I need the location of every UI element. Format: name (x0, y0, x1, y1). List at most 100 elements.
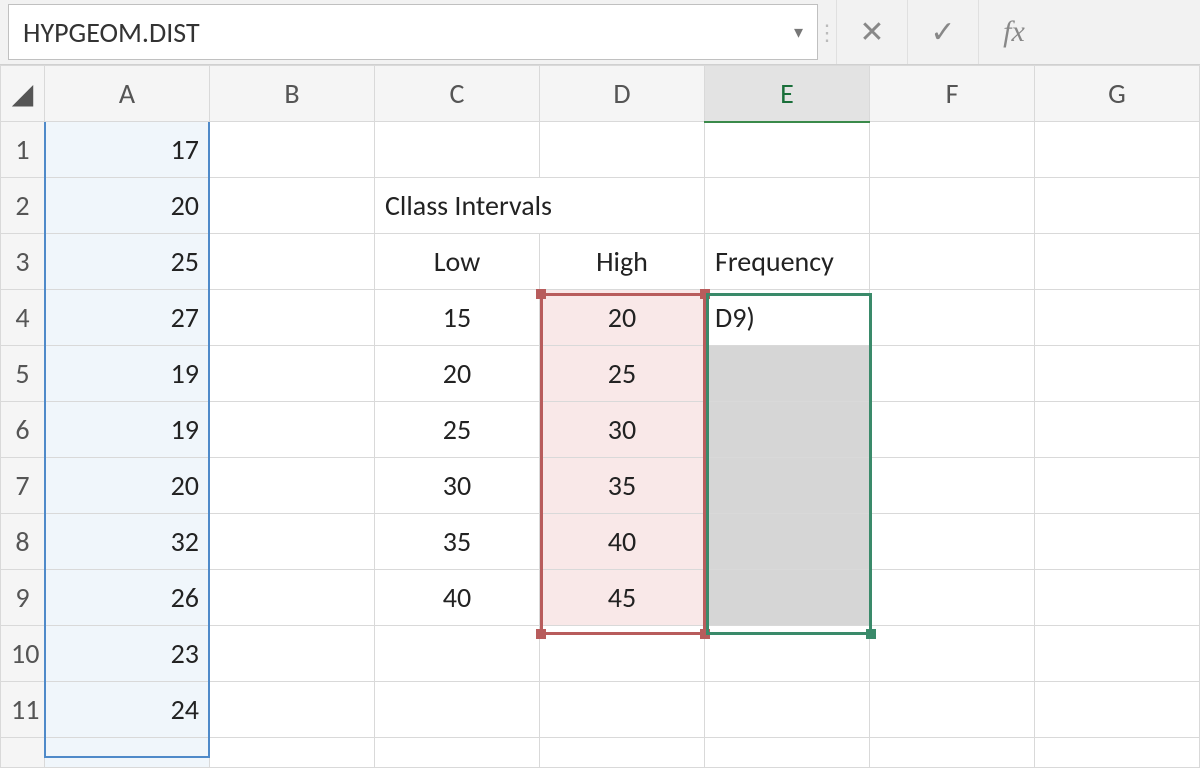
cell-C3[interactable]: Low (375, 234, 540, 290)
cell-F5[interactable] (870, 346, 1035, 402)
row-header-9[interactable]: 9 (1, 570, 45, 626)
cell-A5[interactable]: 19 (45, 346, 210, 402)
cell-D9[interactable]: 45 (540, 570, 705, 626)
cell-B4[interactable] (210, 290, 375, 346)
cell-F2[interactable] (870, 178, 1035, 234)
col-header-A[interactable]: A (45, 66, 210, 122)
cell-B1[interactable] (210, 122, 375, 178)
cell-D10[interactable] (540, 626, 705, 682)
cell-B5[interactable] (210, 346, 375, 402)
cell-C5[interactable]: 20 (375, 346, 540, 402)
cell-A2[interactable]: 20 (45, 178, 210, 234)
col-header-F[interactable]: F (870, 66, 1035, 122)
cell-D11[interactable] (540, 682, 705, 738)
cell-B3[interactable] (210, 234, 375, 290)
cell-E8[interactable] (705, 514, 870, 570)
name-box[interactable]: HYPGEOM.DIST ▾ (8, 4, 818, 60)
cell-C7[interactable]: 30 (375, 458, 540, 514)
cell-F4[interactable] (870, 290, 1035, 346)
cell-E3[interactable]: Frequency (705, 234, 870, 290)
cell-E5[interactable] (705, 346, 870, 402)
cell-F8[interactable] (870, 514, 1035, 570)
row-header-6[interactable]: 6 (1, 402, 45, 458)
col-header-C[interactable]: C (375, 66, 540, 122)
cell-B8[interactable] (210, 514, 375, 570)
cell-G10[interactable] (1035, 626, 1200, 682)
cell-C11[interactable] (375, 682, 540, 738)
cell-A7[interactable]: 20 (45, 458, 210, 514)
cell-G3[interactable] (1035, 234, 1200, 290)
cell-A9[interactable]: 26 (45, 570, 210, 626)
cell-D5[interactable]: 25 (540, 346, 705, 402)
row-header-8[interactable]: 8 (1, 514, 45, 570)
cell-B2[interactable] (210, 178, 375, 234)
cell-F12[interactable] (870, 738, 1035, 768)
row-header-11[interactable]: 11 (1, 682, 45, 738)
cell-C4[interactable]: 15 (375, 290, 540, 346)
cell-B11[interactable] (210, 682, 375, 738)
enter-button[interactable]: ✓ (907, 0, 978, 64)
cell-G5[interactable] (1035, 346, 1200, 402)
cell-G4[interactable] (1035, 290, 1200, 346)
cell-F11[interactable] (870, 682, 1035, 738)
select-all-corner[interactable]: ◢ (1, 66, 45, 122)
cell-B12[interactable] (210, 738, 375, 768)
cell-E7[interactable] (705, 458, 870, 514)
row-header-12[interactable] (1, 738, 45, 768)
row-header-5[interactable]: 5 (1, 346, 45, 402)
cell-F7[interactable] (870, 458, 1035, 514)
cell-B7[interactable] (210, 458, 375, 514)
cell-E4[interactable]: D9) (705, 290, 870, 346)
cell-B9[interactable] (210, 570, 375, 626)
name-box-dropdown-icon[interactable]: ▾ (794, 21, 803, 43)
cell-E6[interactable] (705, 402, 870, 458)
cell-A8[interactable]: 32 (45, 514, 210, 570)
row-header-3[interactable]: 3 (1, 234, 45, 290)
cell-C1[interactable] (375, 122, 540, 178)
row-header-7[interactable]: 7 (1, 458, 45, 514)
cell-D4[interactable]: 20 (540, 290, 705, 346)
cell-C9[interactable]: 40 (375, 570, 540, 626)
cell-E2[interactable] (705, 178, 870, 234)
cell-B10[interactable] (210, 626, 375, 682)
col-header-D[interactable]: D (540, 66, 705, 122)
cell-A10[interactable]: 23 (45, 626, 210, 682)
cell-E11[interactable] (705, 682, 870, 738)
cell-C6[interactable]: 25 (375, 402, 540, 458)
insert-function-button[interactable]: fx (978, 0, 1049, 64)
cell-E1[interactable] (705, 122, 870, 178)
cell-A1[interactable]: 17 (45, 122, 210, 178)
col-header-E[interactable]: E (705, 66, 870, 122)
cell-G1[interactable] (1035, 122, 1200, 178)
cell-G9[interactable] (1035, 570, 1200, 626)
cell-G2[interactable] (1035, 178, 1200, 234)
cell-D8[interactable]: 40 (540, 514, 705, 570)
cell-F9[interactable] (870, 570, 1035, 626)
cell-G7[interactable] (1035, 458, 1200, 514)
cell-F1[interactable] (870, 122, 1035, 178)
row-header-1[interactable]: 1 (1, 122, 45, 178)
cell-B6[interactable] (210, 402, 375, 458)
cell-F6[interactable] (870, 402, 1035, 458)
cell-E9[interactable] (705, 570, 870, 626)
col-header-B[interactable]: B (210, 66, 375, 122)
row-header-2[interactable]: 2 (1, 178, 45, 234)
row-header-10[interactable]: 10 (1, 626, 45, 682)
cell-G11[interactable] (1035, 682, 1200, 738)
cell-G8[interactable] (1035, 514, 1200, 570)
cell-E10[interactable] (705, 626, 870, 682)
cell-D1[interactable] (540, 122, 705, 178)
cell-C12[interactable] (375, 738, 540, 768)
cell-A6[interactable]: 19 (45, 402, 210, 458)
cell-A11[interactable]: 24 (45, 682, 210, 738)
cell-D6[interactable]: 30 (540, 402, 705, 458)
cell-A3[interactable]: 25 (45, 234, 210, 290)
cell-G6[interactable] (1035, 402, 1200, 458)
cell-D3[interactable]: High (540, 234, 705, 290)
cell-E12[interactable] (705, 738, 870, 768)
cell-A12[interactable] (45, 738, 210, 768)
col-header-G[interactable]: G (1035, 66, 1200, 122)
cell-G12[interactable] (1035, 738, 1200, 768)
cell-A4[interactable]: 27 (45, 290, 210, 346)
cell-D7[interactable]: 35 (540, 458, 705, 514)
